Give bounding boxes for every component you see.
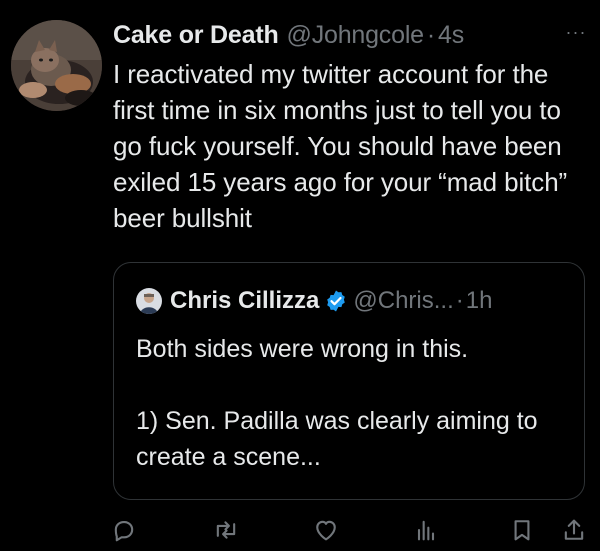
quoted-tweet[interactable]: Chris Cillizza @Chris... · 1h Both sides… (113, 262, 585, 500)
reply-button[interactable] (110, 516, 138, 544)
author-handle[interactable]: @Johngcole (287, 21, 425, 50)
cat-avatar-icon (11, 20, 102, 111)
quoted-tweet-text: Both sides were wrong in this. 1) Sen. P… (136, 331, 566, 475)
quoted-text-line-1: Both sides were wrong in this. (136, 335, 469, 363)
retweet-icon (216, 521, 236, 539)
views-button[interactable] (412, 516, 440, 544)
tweet-timestamp[interactable]: 4s (438, 21, 464, 50)
author-display-name[interactable]: Cake or Death (113, 21, 279, 50)
like-button[interactable] (312, 516, 340, 544)
more-horizontal-icon: ··· (565, 22, 587, 42)
share-button[interactable] (560, 516, 588, 544)
author-avatar[interactable] (11, 20, 102, 111)
quoted-author-avatar[interactable] (136, 288, 162, 314)
analytics-icon (417, 520, 435, 541)
heart-icon (316, 520, 336, 541)
reply-icon (114, 521, 134, 542)
bookmark-icon (514, 520, 530, 541)
quoted-tweet-header: Chris Cillizza @Chris... · 1h (136, 285, 492, 317)
verified-badge-icon (327, 290, 346, 312)
quoted-header-separator: · (455, 287, 464, 314)
quoted-tweet-timestamp[interactable]: 1h (466, 287, 493, 315)
tweet-header: Cake or Death @Johngcole · 4s (113, 18, 464, 52)
quoted-author-display-name[interactable]: Chris Cillizza (170, 287, 319, 315)
tweet-card[interactable]: Cake or Death @Johngcole · 4s ··· I reac… (0, 0, 600, 551)
quoted-text-line-2: 1) Sen. Padilla was clearly aiming to cr… (136, 407, 538, 471)
person-avatar-icon (136, 288, 162, 314)
retweet-button[interactable] (212, 516, 240, 544)
header-separator: · (426, 20, 436, 49)
tweet-text: I reactivated my twitter account for the… (113, 59, 568, 233)
tweet-actions-bar (0, 512, 600, 548)
more-options-button[interactable]: ··· (563, 22, 589, 48)
share-icon (564, 519, 584, 540)
bookmark-button[interactable] (508, 516, 536, 544)
quoted-author-handle[interactable]: @Chris... (353, 287, 453, 315)
